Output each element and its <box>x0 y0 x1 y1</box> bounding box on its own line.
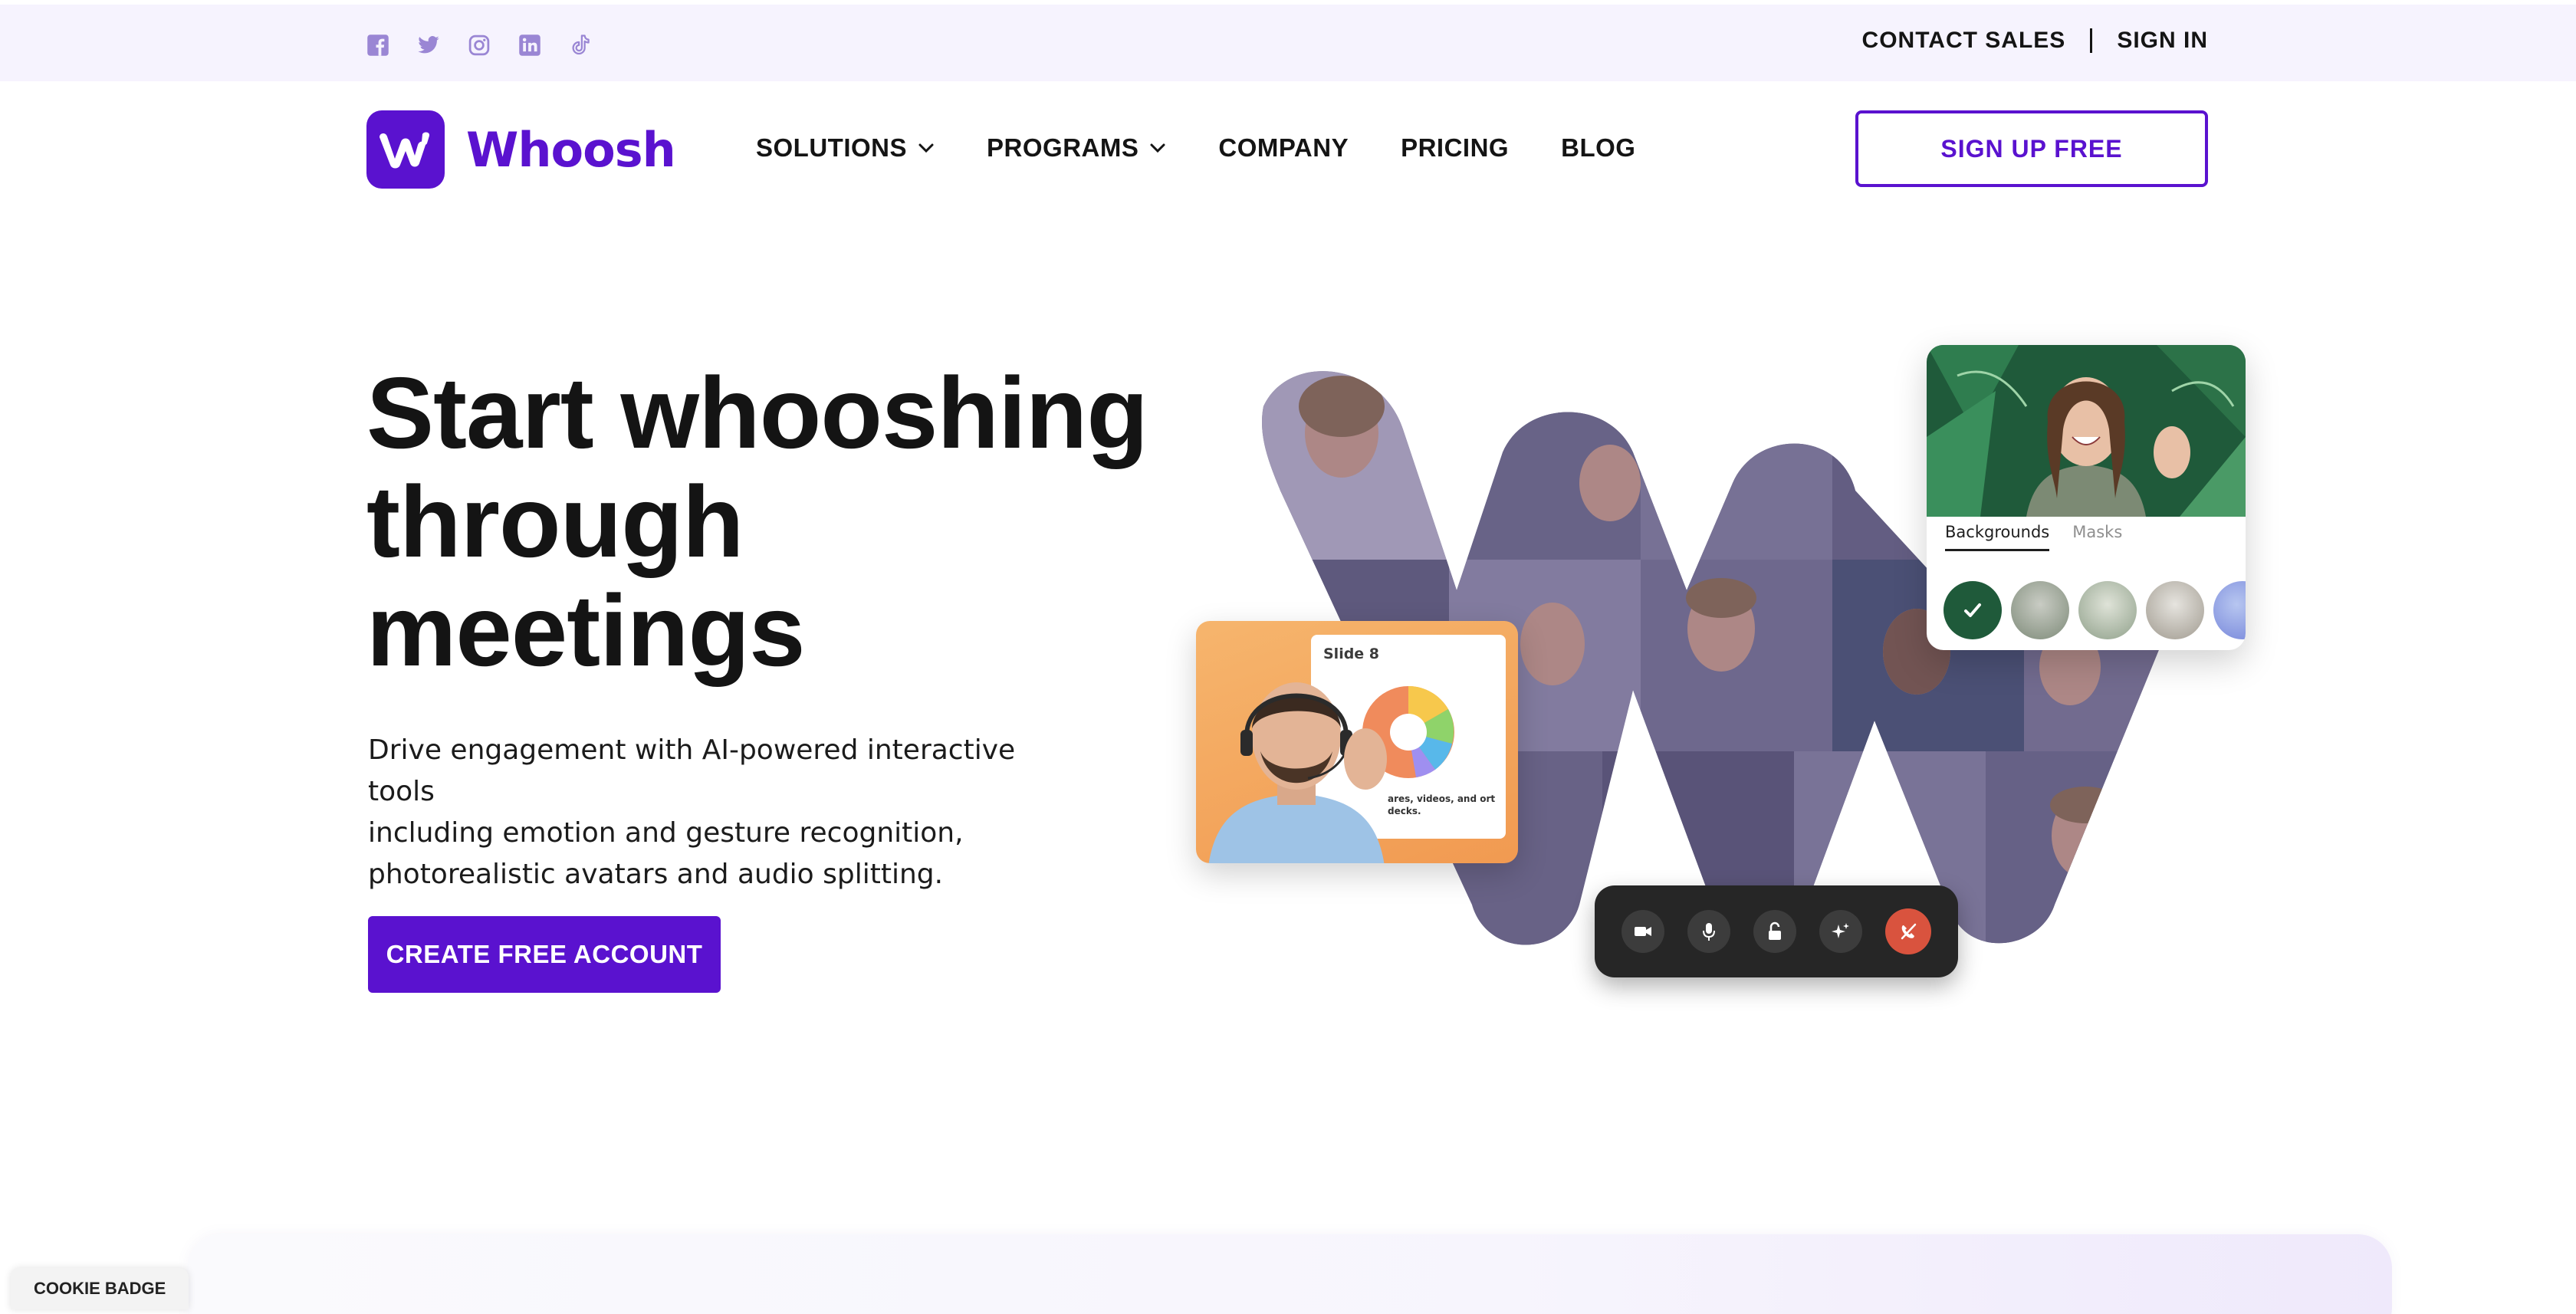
chevron-down-icon <box>1150 143 1165 153</box>
lock-icon <box>1769 921 1781 940</box>
background-option[interactable] <box>2146 581 2204 639</box>
hero-title-line: Start whooshing <box>366 356 1148 469</box>
video-camera-icon <box>1635 927 1651 936</box>
hero-subtitle: Drive engagement with AI-powered interac… <box>368 730 1089 895</box>
create-free-account-button[interactable]: CREATE FREE ACCOUNT <box>368 916 721 993</box>
background-option[interactable] <box>2011 581 2069 639</box>
hero-subtitle-line: photorealistic avatars and audio splitti… <box>368 859 944 890</box>
nav-item-pricing[interactable]: PRICING <box>1401 133 1509 163</box>
nav-item-label: SOLUTIONS <box>756 133 908 162</box>
nav-item-solutions[interactable]: SOLUTIONS <box>756 133 935 163</box>
end-call-button[interactable] <box>1885 908 1931 954</box>
call-control-bar <box>1595 885 1958 977</box>
divider <box>2090 28 2093 53</box>
nav-item-label: PROGRAMS <box>987 133 1139 162</box>
tiktok-icon[interactable] <box>569 34 592 57</box>
nav-item-label: COMPANY <box>1218 133 1349 162</box>
hero-title: Start whooshing through meetings <box>366 359 1164 685</box>
effects-button[interactable] <box>1819 910 1862 953</box>
cookie-badge[interactable]: COOKIE BADGE <box>11 1268 189 1309</box>
background-options <box>1944 581 2246 639</box>
facebook-icon[interactable] <box>366 34 389 57</box>
microphone-icon <box>1703 923 1715 941</box>
social-links <box>366 34 592 57</box>
nav-item-company[interactable]: COMPANY <box>1218 133 1349 163</box>
linkedin-icon[interactable] <box>518 34 541 57</box>
nav-item-programs[interactable]: PROGRAMS <box>987 133 1166 163</box>
hero-subtitle-line: including emotion and gesture recognitio… <box>368 817 964 849</box>
nav-item-label: PRICING <box>1401 133 1510 162</box>
checkmark-icon <box>1964 603 1981 617</box>
main-navigation: Whoosh SOLUTIONS PROGRAMS COMPANY PRICIN… <box>0 81 2576 212</box>
whoosh-w-icon <box>366 110 445 189</box>
hero-title-line: through <box>366 465 744 578</box>
tab-backgrounds[interactable]: Backgrounds <box>1945 523 2050 551</box>
microphone-button[interactable] <box>1687 910 1730 953</box>
next-section-panel <box>187 1234 2392 1314</box>
sign-up-free-button[interactable]: SIGN UP FREE <box>1855 110 2208 187</box>
slide-label: Slide 8 <box>1323 646 1380 662</box>
video-camera-button[interactable] <box>1622 910 1664 953</box>
contact-sales-link[interactable]: CONTACT SALES <box>1862 28 2066 54</box>
lock-button[interactable] <box>1753 910 1796 953</box>
presenter-avatar <box>1208 682 1387 863</box>
background-option[interactable] <box>2213 581 2246 639</box>
nav-item-label: BLOG <box>1561 133 1636 162</box>
end-call-icon <box>1901 923 1917 940</box>
nav-item-blog[interactable]: BLOG <box>1561 133 1635 163</box>
top-links: CONTACT SALES SIGN IN <box>1862 28 2208 54</box>
hero-title-line: meetings <box>366 574 806 687</box>
background-option-selected[interactable] <box>1944 581 2002 639</box>
background-option[interactable] <box>2078 581 2137 639</box>
hero-subtitle-line: Drive engagement with AI-powered interac… <box>368 734 1016 807</box>
nav-menu: SOLUTIONS PROGRAMS COMPANY PRICING BLOG <box>756 133 1635 163</box>
slide-share-card: Slide 8 ares, videos, and ort decks. <box>1196 621 1518 863</box>
chevron-down-icon <box>918 143 934 153</box>
sign-in-link[interactable]: SIGN IN <box>2117 28 2208 54</box>
backgrounds-panel: Backgrounds Masks <box>1927 345 2246 650</box>
backgrounds-tabs: Backgrounds Masks <box>1945 523 2122 551</box>
participant-video-preview <box>1927 345 2246 517</box>
sparkle-effects-icon <box>1832 923 1849 938</box>
top-utility-bar: CONTACT SALES SIGN IN <box>0 5 2576 81</box>
hero-illustration: Slide 8 ares, videos, and ort decks. Bac… <box>1181 337 2285 997</box>
slide-caption: ares, videos, and ort decks. <box>1388 793 1496 816</box>
twitter-icon[interactable] <box>417 34 440 57</box>
logo-wordmark: Whoosh <box>466 121 676 178</box>
instagram-icon[interactable] <box>468 34 491 57</box>
logo[interactable]: Whoosh <box>366 110 676 189</box>
tab-masks[interactable]: Masks <box>2072 523 2122 551</box>
